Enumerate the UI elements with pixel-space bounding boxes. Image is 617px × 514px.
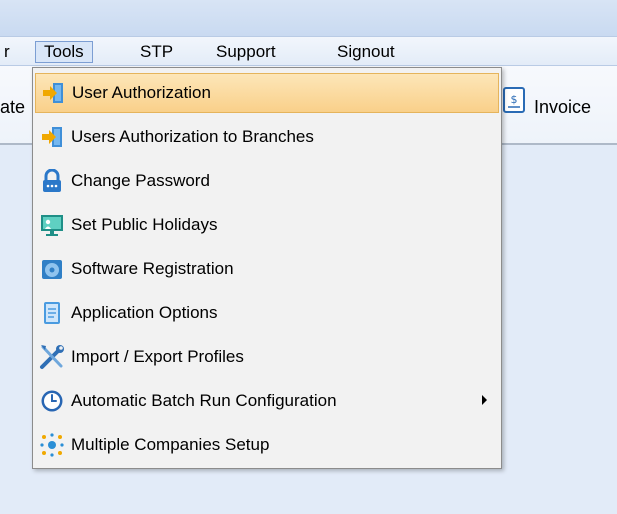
menu-item-label: User Authorization (72, 83, 211, 102)
menu-item-label: Software Registration (71, 259, 234, 278)
menu-item-application-options[interactable]: Application Options (35, 293, 499, 333)
menu-item-users-authorization-branches[interactable]: Users Authorization to Branches (35, 117, 499, 157)
registration-disc-icon (39, 256, 65, 282)
menu-bar: r Tools STP Support Signout (0, 36, 617, 66)
menu-item-set-public-holidays[interactable]: Set Public Holidays (35, 205, 499, 245)
lock-icon (39, 168, 65, 194)
toolbar-invoice-label[interactable]: Invoice (534, 97, 591, 118)
invoice-document-icon[interactable]: $ (503, 87, 525, 113)
menu-item-truncated[interactable]: r (0, 41, 18, 63)
user-branches-icon (39, 124, 65, 150)
menu-item-import-export-profiles[interactable]: Import / Export Profiles (35, 337, 499, 377)
menu-item-multiple-companies-setup[interactable]: Multiple Companies Setup (35, 425, 499, 465)
menu-item-label: Users Authorization to Branches (71, 127, 314, 146)
menu-item-automatic-batch-run-configuration[interactable]: Automatic Batch Run Configuration (35, 381, 499, 421)
menu-item-change-password[interactable]: Change Password (35, 161, 499, 201)
menu-item-label: Application Options (71, 303, 218, 322)
clock-icon (39, 388, 65, 414)
menu-item-label: Automatic Batch Run Configuration (71, 391, 337, 410)
tools-dropdown-menu: User Authorization Users Authorization t… (32, 67, 502, 469)
document-options-icon (39, 300, 65, 326)
menu-item-label: Multiple Companies Setup (71, 435, 270, 454)
tools-wrench-screwdriver-icon (39, 344, 65, 370)
user-authorization-icon (40, 80, 66, 106)
network-nodes-icon (39, 432, 65, 458)
toolbar-button-truncated-label[interactable]: ate (0, 97, 25, 118)
menu-support[interactable]: Support (208, 41, 284, 63)
svg-text:$: $ (511, 93, 518, 106)
menu-tools[interactable]: Tools (35, 41, 93, 63)
menu-item-software-registration[interactable]: Software Registration (35, 249, 499, 289)
menu-item-label: Import / Export Profiles (71, 347, 244, 366)
menu-signout[interactable]: Signout (329, 41, 403, 63)
calendar-presentation-icon (39, 212, 65, 238)
menu-item-label: Change Password (71, 171, 210, 190)
submenu-arrow-icon (482, 395, 487, 405)
title-bar (0, 0, 617, 36)
menu-item-user-authorization[interactable]: User Authorization (35, 73, 499, 113)
menu-item-label: Set Public Holidays (71, 215, 218, 234)
menu-stp[interactable]: STP (132, 41, 181, 63)
